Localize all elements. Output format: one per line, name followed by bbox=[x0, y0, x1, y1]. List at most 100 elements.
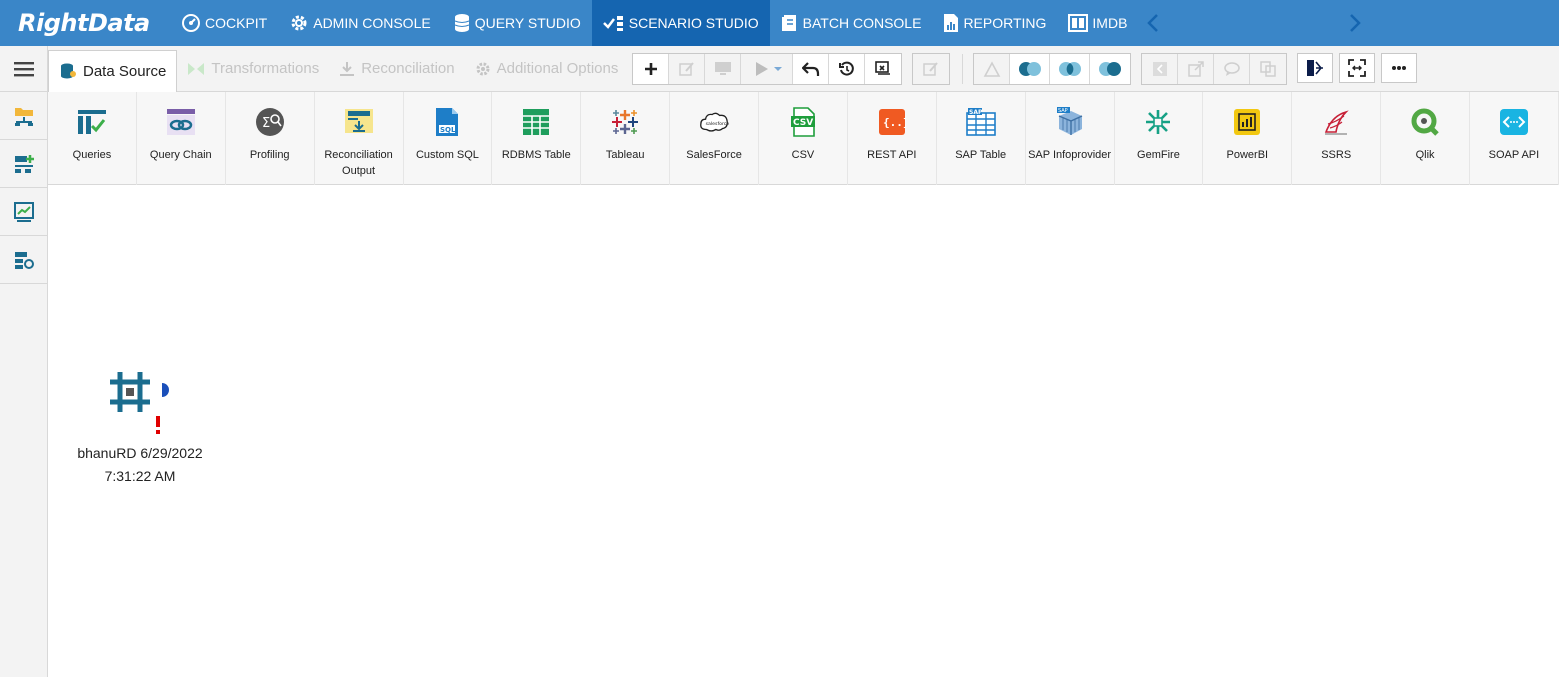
transform-icon bbox=[188, 62, 205, 75]
validate-button[interactable] bbox=[865, 54, 901, 84]
collapse-button[interactable] bbox=[1142, 53, 1179, 84]
export-button[interactable] bbox=[1178, 53, 1215, 84]
edit-icon bbox=[679, 61, 694, 76]
hamburger-menu-button[interactable] bbox=[0, 46, 47, 92]
rightdata-logo[interactable]: RightData bbox=[0, 0, 170, 46]
undo-button[interactable] bbox=[793, 53, 830, 84]
svg-text:SAP: SAP bbox=[969, 109, 983, 116]
ds-ssrs-label: SSRS bbox=[1321, 149, 1352, 161]
edit-toolbar-group bbox=[632, 52, 903, 85]
nav-admin-console[interactable]: ADMIN CONSOLE bbox=[278, 0, 441, 46]
left-sidebar bbox=[0, 46, 48, 677]
reconciliation-output-icon bbox=[344, 109, 373, 133]
ds-custom-sql[interactable]: SQL Custom SQL bbox=[404, 92, 493, 185]
ds-custom-sql-label: Custom SQL bbox=[415, 149, 479, 161]
sap-infoprovider-icon: SAP bbox=[1056, 107, 1082, 135]
ds-powerbi[interactable]: PowerBI bbox=[1203, 92, 1293, 185]
canvas-node-label-line1: bhanuRD 6/29/2022 bbox=[77, 445, 203, 461]
comment-button[interactable] bbox=[1214, 53, 1251, 84]
add-button[interactable] bbox=[633, 53, 670, 84]
tab-reconciliation[interactable]: Reconciliation bbox=[329, 48, 464, 90]
chart-board-icon bbox=[13, 201, 34, 222]
batch-icon bbox=[781, 15, 796, 31]
layout-toggle-button[interactable] bbox=[1297, 52, 1334, 83]
tab-data-source[interactable]: Data Source bbox=[48, 49, 178, 92]
notes-button[interactable] bbox=[913, 53, 950, 84]
copy-button[interactable] bbox=[1250, 53, 1287, 84]
salesforce-icon: salesforce bbox=[700, 112, 729, 132]
canvas-node-label: bhanuRD 6/29/2022 7:31:22 AM bbox=[60, 442, 220, 488]
export-icon bbox=[1188, 60, 1204, 77]
powerbi-icon bbox=[1234, 109, 1261, 135]
report-icon bbox=[944, 14, 959, 32]
ds-tableau[interactable]: Tableau bbox=[581, 92, 671, 185]
hamburger-icon bbox=[13, 61, 34, 76]
edit-icon bbox=[923, 61, 939, 76]
ds-sap-infoprovider[interactable]: SAP SAP Infoprovider bbox=[1026, 92, 1115, 185]
canvas-node[interactable]: bhanuRD 6/29/2022 7:31:22 AM bbox=[68, 370, 212, 488]
nav-imdb[interactable]: IMDB bbox=[1057, 0, 1138, 46]
comment-icon bbox=[1224, 61, 1240, 76]
statistics-button[interactable] bbox=[974, 53, 1011, 84]
tab-transformations[interactable]: Transformations bbox=[177, 48, 329, 90]
ds-rest-api[interactable]: {..} REST API bbox=[848, 92, 937, 185]
soap-api-icon bbox=[1499, 109, 1528, 135]
ds-sap-table-label: SAP Table bbox=[955, 149, 1007, 161]
imdb-icon bbox=[1068, 14, 1089, 32]
validate-icon bbox=[875, 60, 891, 75]
nav-scroll-right-button[interactable] bbox=[1340, 0, 1370, 46]
new-scenario-button[interactable] bbox=[0, 140, 47, 188]
nav-imdb-label: IMDB bbox=[1092, 15, 1128, 31]
ds-qlik[interactable]: Qlik bbox=[1381, 92, 1470, 185]
ds-powerbi-label: PowerBI bbox=[1226, 149, 1269, 161]
nav-cockpit[interactable]: COCKPIT bbox=[170, 0, 278, 46]
tab-transformations-label: Transformations bbox=[211, 60, 320, 77]
ds-gemfire[interactable]: GemFire bbox=[1115, 92, 1204, 185]
ds-queries[interactable]: Queries bbox=[48, 92, 137, 185]
ds-csv[interactable]: CSV CSV bbox=[759, 92, 848, 185]
nav-query-studio[interactable]: QUERY STUDIO bbox=[442, 0, 592, 46]
svg-text:{..}: {..} bbox=[883, 116, 906, 129]
more-icon bbox=[1392, 65, 1407, 70]
nav-reporting[interactable]: REPORTING bbox=[932, 0, 1057, 46]
more-options-button[interactable] bbox=[1381, 52, 1418, 83]
ds-sap-table[interactable]: SAP SAP Table bbox=[937, 92, 1026, 185]
edit-button[interactable] bbox=[669, 53, 706, 84]
run-button[interactable] bbox=[741, 53, 794, 84]
tab-data-source-label: Data Source bbox=[83, 62, 167, 80]
left-join-button[interactable] bbox=[1010, 53, 1051, 84]
ds-profiling[interactable]: Σ Profiling bbox=[226, 92, 315, 185]
open-scenario-button[interactable] bbox=[0, 92, 47, 140]
right-join-button[interactable] bbox=[1090, 54, 1130, 84]
scenario-canvas[interactable]: bhanuRD 6/29/2022 7:31:22 AM bbox=[48, 185, 1559, 677]
ds-ssrs[interactable]: SSRS bbox=[1292, 92, 1382, 185]
query-chain-icon bbox=[166, 109, 195, 135]
tab-toolbar-row: Data Source Transformations Reconciliati… bbox=[48, 46, 1559, 92]
rdbms-table-icon bbox=[523, 109, 550, 135]
misc-toolbar-group bbox=[1141, 52, 1288, 85]
tab-reconciliation-label: Reconciliation bbox=[361, 60, 455, 77]
chevron-right-icon bbox=[1350, 14, 1362, 32]
history-button[interactable] bbox=[829, 53, 866, 84]
dashboard-button[interactable] bbox=[0, 188, 47, 236]
ds-reconciliation-output[interactable]: Reconciliation Output bbox=[315, 92, 404, 185]
ds-salesforce[interactable]: salesforce SalesForce bbox=[670, 92, 759, 185]
ds-reconciliation-output-label: Reconciliation Output bbox=[324, 149, 393, 177]
ds-query-chain-label: Query Chain bbox=[149, 149, 212, 161]
inner-join-button[interactable] bbox=[1050, 53, 1091, 84]
fit-view-button[interactable] bbox=[1339, 52, 1376, 83]
settings-tree-button[interactable] bbox=[0, 236, 47, 284]
ds-rdbms-table[interactable]: RDBMS Table bbox=[492, 92, 582, 185]
csv-icon: CSV bbox=[790, 107, 815, 137]
preview-button[interactable] bbox=[705, 53, 742, 84]
nav-scenario-studio[interactable]: SCENARIO STUDIO bbox=[591, 0, 770, 46]
view-toolbar-group bbox=[1297, 52, 1418, 85]
ds-query-chain[interactable]: Query Chain bbox=[137, 92, 226, 185]
svg-text:salesforce: salesforce bbox=[706, 121, 729, 127]
toolbar-divider bbox=[962, 53, 964, 84]
play-icon bbox=[755, 61, 782, 76]
tab-additional-options[interactable]: Additional Options bbox=[465, 48, 629, 90]
ds-soap-api[interactable]: SOAP API bbox=[1470, 92, 1559, 185]
nav-batch-console[interactable]: BATCH CONSOLE bbox=[770, 0, 933, 46]
nav-scroll-left-button[interactable] bbox=[1138, 0, 1168, 46]
